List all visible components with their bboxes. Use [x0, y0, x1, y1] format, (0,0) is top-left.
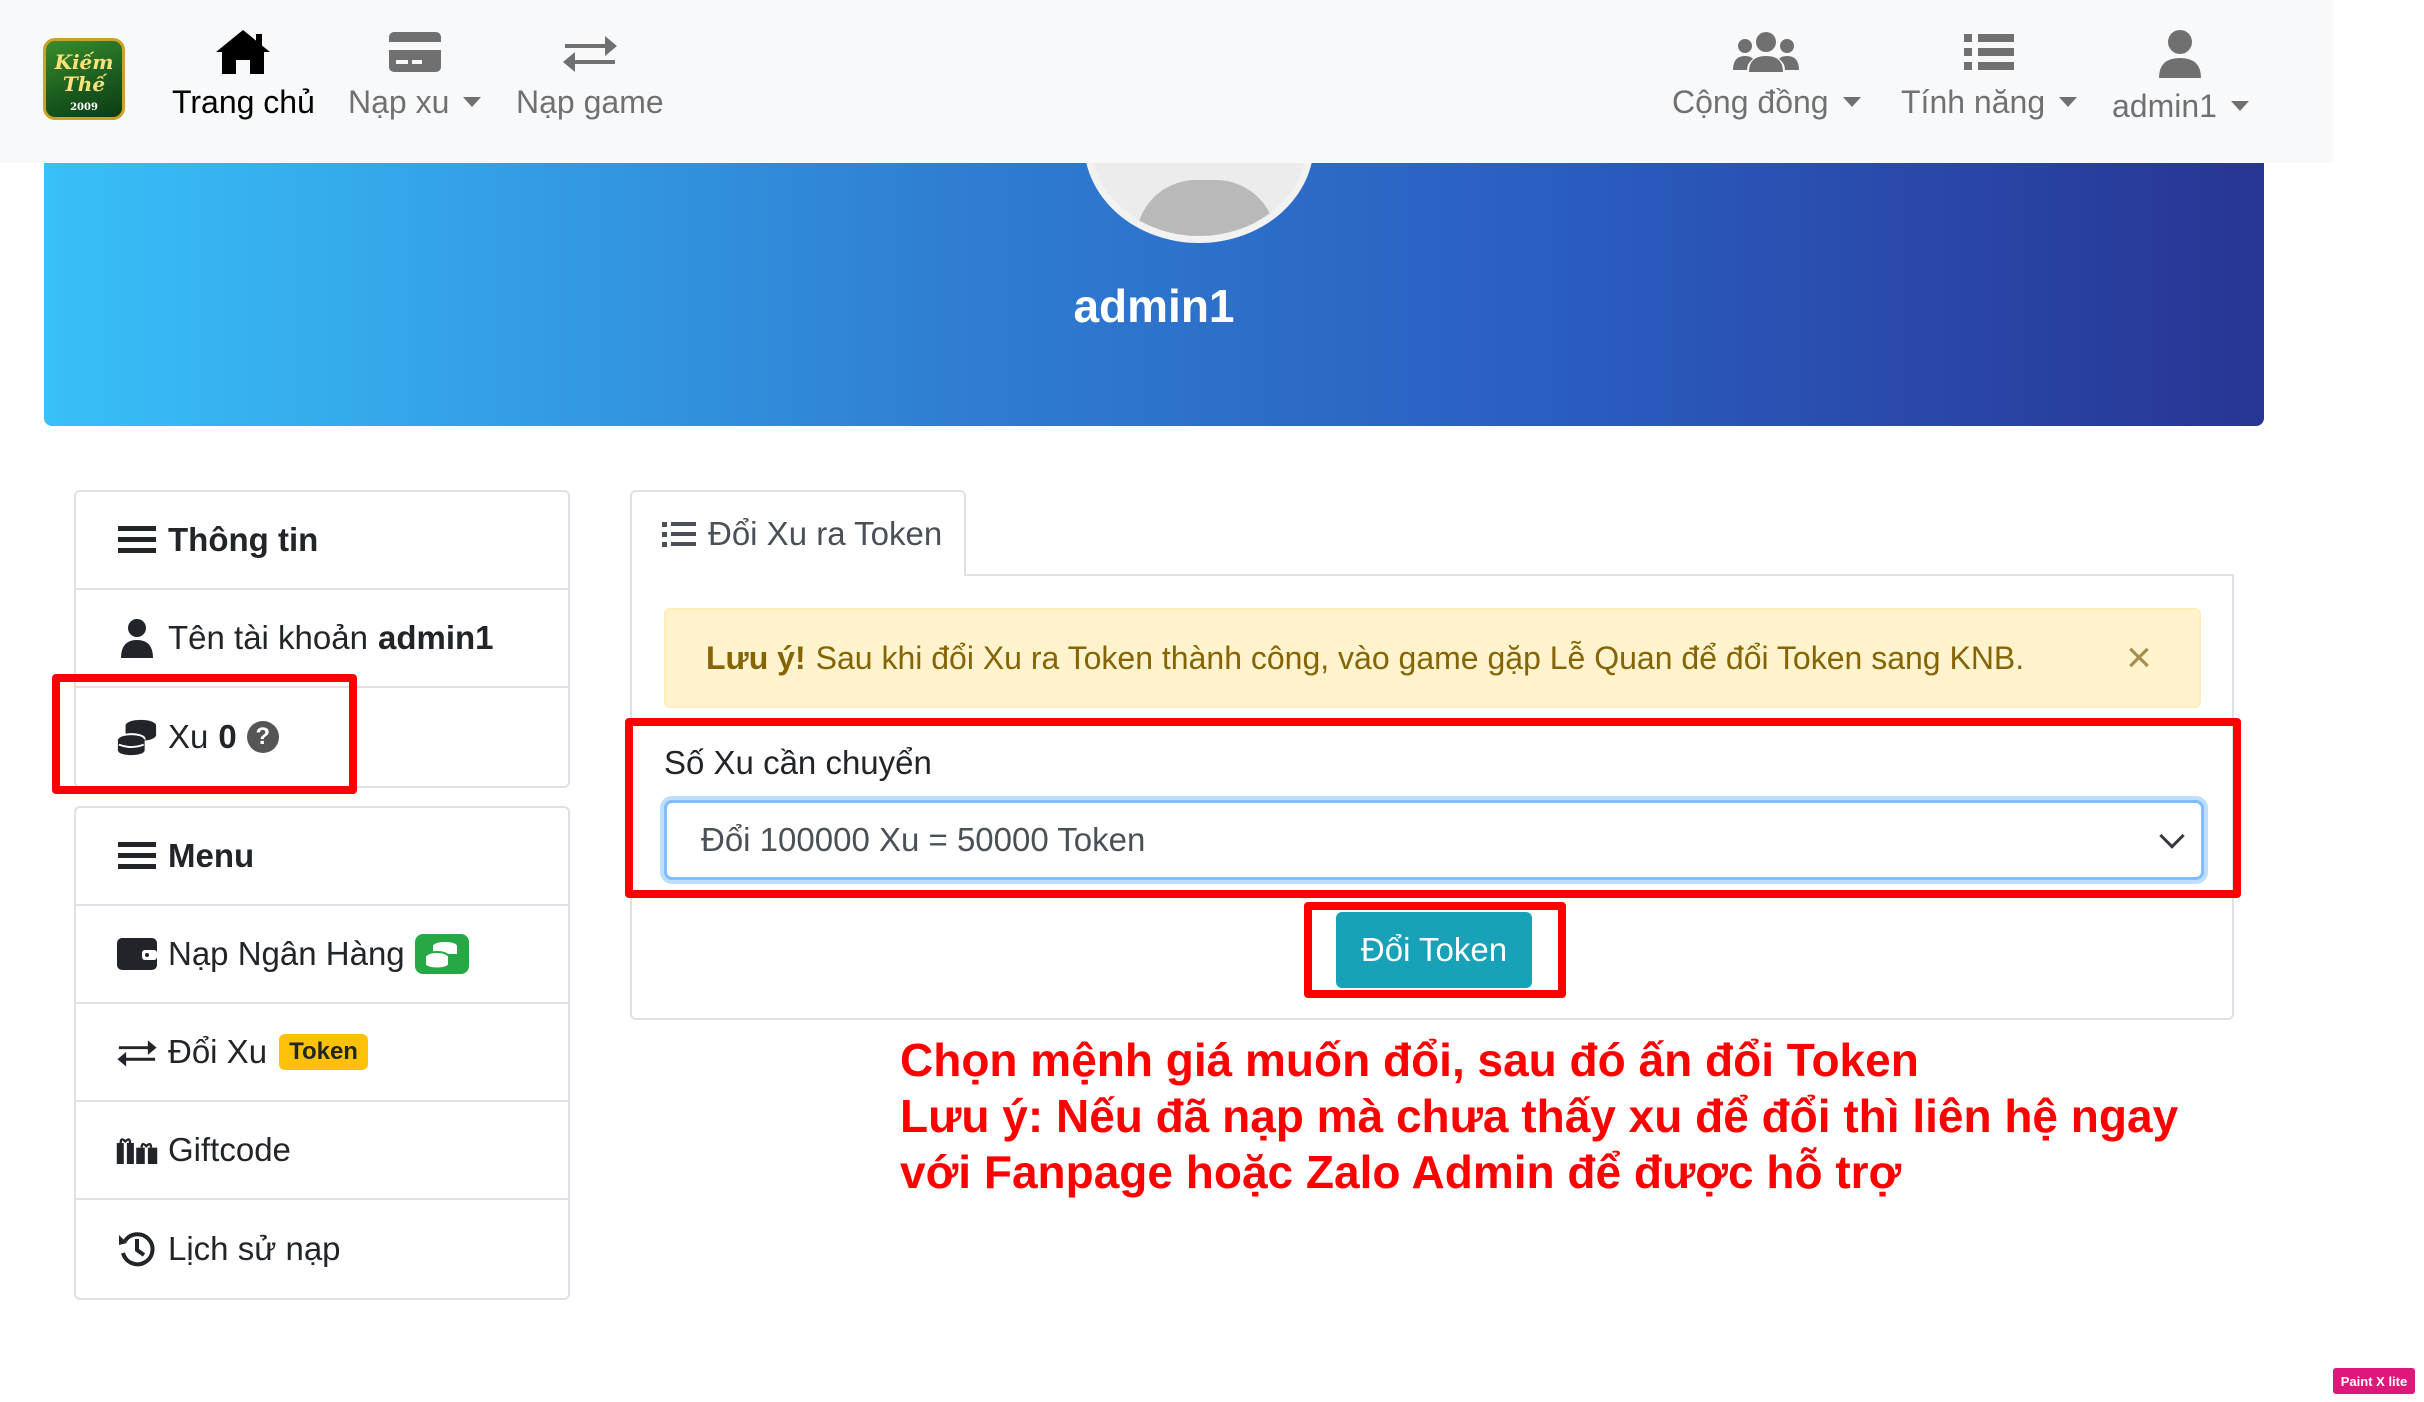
- help-icon[interactable]: ?: [246, 721, 279, 753]
- instruction-annotation: Chọn mệnh giá muốn đổi, sau đó ấn đổi To…: [900, 1032, 2178, 1200]
- exchange-icon: [562, 36, 617, 72]
- annotation-line: Lưu ý: Nếu đã nạp mà chưa thấy xu để đổi…: [900, 1090, 2179, 1142]
- chevron-down-icon: [1842, 96, 1861, 107]
- doi-token-button[interactable]: Đổi Token: [1336, 912, 1532, 988]
- menu-card-header: Menu: [76, 808, 568, 906]
- xu-amount-label: Số Xu cần chuyển: [664, 744, 932, 781]
- nav-user-label: admin1: [2112, 88, 2217, 124]
- user-icon: [2159, 30, 2202, 78]
- select-value: Đổi 100000 Xu = 50000 Token: [701, 821, 1146, 858]
- exchange-icon: [116, 1031, 158, 1073]
- coins-badge-icon: [414, 934, 469, 974]
- home-icon: [216, 30, 271, 74]
- nav-tinh-nang-label: Tính năng: [1901, 84, 2046, 120]
- warning-alert: Lưu ý! Sau khi đổi Xu ra Token thành côn…: [664, 608, 2201, 708]
- token-badge: Token: [279, 1034, 368, 1070]
- account-row: Tên tài khoản admin1: [76, 590, 568, 688]
- bars-icon: [116, 519, 158, 561]
- app-watermark: Paint X lite: [2333, 1368, 2415, 1394]
- account-label: Tên tài khoản: [168, 619, 368, 656]
- nav-tinh-nang[interactable]: Tính năng: [1901, 28, 2078, 138]
- chevron-down-icon: [463, 96, 482, 107]
- close-icon[interactable]: ×: [2119, 636, 2159, 680]
- menu-item-lich-su-nap[interactable]: Lịch sử nạp: [76, 1200, 568, 1298]
- menu-card-title: Menu: [168, 837, 255, 874]
- credit-card-icon: [388, 32, 441, 72]
- users-icon: [1733, 32, 1800, 72]
- nav-cong-dong[interactable]: Cộng đồng: [1672, 28, 1861, 138]
- history-icon: [116, 1228, 158, 1270]
- profile-banner: admin1: [44, 163, 2264, 426]
- nav-user-menu[interactable]: admin1: [2112, 28, 2249, 138]
- site-logo[interactable]: Kiếm Thế 2009: [43, 38, 125, 120]
- annotation-line: với Fanpage hoặc Zalo Admin để được hỗ t…: [900, 1146, 1902, 1198]
- chevron-down-icon: [2159, 823, 2185, 849]
- xu-balance: 0: [218, 718, 237, 755]
- menu-item-nap-ngan-hang[interactable]: Nạp Ngân Hàng: [76, 906, 568, 1004]
- user-icon: [116, 617, 158, 659]
- logo-year: 2009: [70, 102, 98, 113]
- alert-text: Sau khi đổi Xu ra Token thành công, vào …: [815, 639, 2025, 676]
- exchange-panel: Lưu ý! Sau khi đổi Xu ra Token thành côn…: [630, 574, 2234, 1020]
- coins-icon: [116, 716, 158, 758]
- menu-item-doi-xu[interactable]: Đổi Xu Token: [76, 1004, 568, 1102]
- annotation-line: Chọn mệnh giá muốn đổi, sau đó ấn đổi To…: [900, 1034, 1919, 1086]
- xu-label: Xu: [168, 718, 209, 755]
- nav-nap-xu[interactable]: Nạp xu: [348, 28, 482, 138]
- menu-card: Menu Nạp Ngân Hàng Đổi Xu Token Giftcode…: [74, 806, 570, 1300]
- chevron-down-icon: [2230, 100, 2249, 111]
- xu-amount-select[interactable]: Đổi 100000 Xu = 50000 Token: [664, 800, 2204, 880]
- xu-row: Xu 0 ?: [76, 688, 568, 786]
- banner-username: admin1: [1073, 280, 1235, 332]
- nav-nap-game[interactable]: Nạp game: [516, 28, 664, 138]
- chevron-down-icon: [2059, 96, 2078, 107]
- top-navbar: Kiếm Thế 2009 Trang chủ Nạp xu Nạp game: [0, 0, 2333, 163]
- account-value: admin1: [377, 619, 494, 656]
- menu-item-label: Đổi Xu: [168, 1033, 268, 1070]
- nav-cong-dong-label: Cộng đồng: [1672, 84, 1829, 120]
- info-card-title: Thông tin: [168, 521, 319, 558]
- avatar: [1084, 163, 1314, 243]
- menu-item-label: Lịch sử nạp: [168, 1230, 341, 1267]
- nav-home-label: Trang chủ: [172, 84, 315, 120]
- list-icon: [1964, 34, 2015, 70]
- menu-item-label: Giftcode: [168, 1131, 291, 1168]
- nav-home[interactable]: Trang chủ: [172, 28, 315, 138]
- list-icon: [662, 522, 696, 547]
- info-card: Thông tin Tên tài khoản admin1 Xu 0 ?: [74, 490, 570, 788]
- menu-item-giftcode[interactable]: Giftcode: [76, 1102, 568, 1200]
- nav-nap-xu-label: Nạp xu: [348, 84, 450, 120]
- logo-text: Kiếm Thế: [54, 50, 114, 96]
- info-card-header: Thông tin: [76, 492, 568, 590]
- bars-icon: [116, 835, 158, 877]
- tab-label: Đổi Xu ra Token: [708, 515, 943, 552]
- wallet-icon: [116, 933, 158, 975]
- tab-doi-xu-ra-token[interactable]: Đổi Xu ra Token: [630, 490, 966, 576]
- menu-item-label: Nạp Ngân Hàng: [168, 935, 405, 972]
- nav-nap-game-label: Nạp game: [516, 84, 664, 120]
- gifts-icon: [116, 1129, 158, 1171]
- alert-strong: Lưu ý!: [706, 639, 806, 676]
